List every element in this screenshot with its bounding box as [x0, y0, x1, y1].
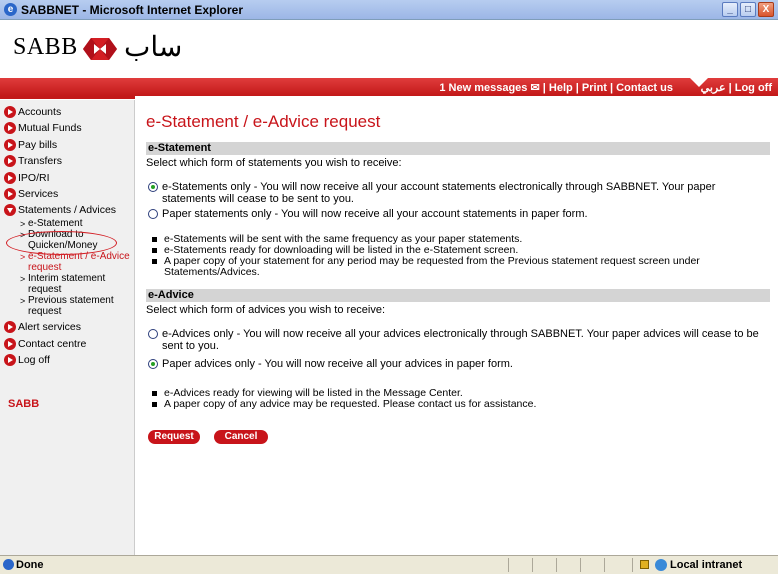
sidebar-item-pay-bills[interactable]: Pay bills — [0, 137, 134, 153]
eadvice-prompt: Select which form of advices you wish to… — [146, 304, 386, 316]
radio-selected-icon[interactable] — [148, 182, 158, 192]
page-title: e-Statement / e-Advice request — [146, 112, 381, 131]
arrow-bullet-icon — [4, 354, 16, 367]
sidebar-item-label: Log off — [18, 354, 50, 367]
estatement-notes: e-Statements will be sent with the same … — [146, 234, 770, 278]
sidebar-subitem-interim-statement[interactable]: Interim statement request — [0, 273, 134, 295]
sidebar-item-mutual-funds[interactable]: Mutual Funds — [0, 120, 134, 136]
sidebar-item-label: Accounts — [18, 106, 62, 118]
sidebar-item-label: IPO/RI — [18, 171, 50, 184]
sidebar-item-label: Pay bills — [18, 138, 58, 151]
radio-label: e-Statements only - You will now receive… — [162, 181, 716, 205]
eadvice-option-paper[interactable]: Paper advices only - You will now receiv… — [146, 358, 770, 370]
sidebar-item-label: Contact centre — [18, 337, 87, 350]
header-logo-area: SABB ساب — [0, 20, 778, 78]
sidebar: Accounts Mutual Funds Pay bills Transfer… — [0, 100, 135, 555]
arrow-bullet-icon — [4, 122, 16, 135]
language-logoff-links[interactable]: عربي | Log off — [701, 81, 772, 94]
request-button[interactable]: Request — [148, 430, 200, 444]
eadvice-notes: e-Advices ready for viewing will be list… — [146, 388, 770, 410]
arrow-bullet-icon — [4, 138, 16, 151]
sidebar-subitem-estatement-eadvice-request[interactable]: e-Statement / e-Advice request — [0, 251, 134, 273]
section-header-eadvice: e-Advice — [146, 289, 770, 302]
sidebar-brand: SABB — [8, 398, 40, 410]
cancel-button[interactable]: Cancel — [214, 430, 268, 444]
radio-label: Paper statements only - You will now rec… — [162, 208, 588, 220]
radio-label: e-Advices only - You will now receive al… — [162, 328, 759, 352]
section-header-estatement: e-Statement — [146, 142, 770, 155]
arrow-bullet-icon — [4, 171, 16, 184]
top-navbar: 1 New messages ✉ | Help | Print | Contac… — [0, 78, 778, 96]
status-divider — [604, 558, 605, 572]
status-text: Done — [16, 559, 44, 571]
radio-unselected-icon[interactable] — [148, 329, 158, 339]
maximize-button[interactable]: □ — [740, 2, 756, 17]
list-item: A paper copy of your statement for any p… — [152, 256, 770, 278]
new-messages-link[interactable]: 1 New messages ✉ — [439, 82, 539, 94]
sidebar-item-contact-centre[interactable]: Contact centre — [0, 336, 134, 352]
sidebar-item-statements-advices[interactable]: Statements / Advices — [0, 202, 134, 218]
estatement-prompt: Select which form of statements you wish… — [146, 157, 402, 169]
radio-selected-icon[interactable] — [148, 359, 158, 369]
ie-status-bar: Done Local intranet — [0, 555, 778, 574]
sidebar-item-log-off[interactable]: Log off — [0, 352, 134, 368]
lock-icon — [640, 560, 649, 569]
status-divider — [508, 558, 509, 572]
sidebar-item-label: Alert services — [18, 321, 82, 334]
sabb-logo-text: SABB — [13, 34, 78, 60]
sabb-logo-arabic: ساب — [124, 31, 183, 62]
estatement-option-electronic[interactable]: e-Statements only - You will now receive… — [146, 181, 770, 205]
sabb-hexagon-logo-icon — [83, 38, 117, 60]
arrow-bullet-icon — [4, 155, 16, 168]
sidebar-item-label: Statements / Advices — [18, 204, 117, 217]
security-zone-text: Local intranet — [670, 559, 743, 571]
arrow-bullet-icon — [4, 321, 16, 334]
window-titlebar: e SABBNET - Microsoft Internet Explorer … — [0, 0, 778, 20]
sidebar-item-label: Services — [18, 187, 59, 200]
ie-icon: e — [4, 3, 17, 16]
intranet-globe-icon — [655, 559, 667, 571]
sidebar-item-alert-services[interactable]: Alert services — [0, 319, 134, 335]
close-button[interactable]: X — [758, 2, 774, 17]
arrow-bullet-icon — [4, 337, 16, 350]
minimize-button[interactable]: _ — [722, 2, 738, 17]
ie-page-icon — [3, 559, 14, 570]
estatement-option-paper[interactable]: Paper statements only - You will now rec… — [146, 208, 770, 220]
sidebar-item-transfers[interactable]: Transfers — [0, 153, 134, 169]
top-nav-links: 1 New messages ✉ | Help | Print | Contac… — [439, 81, 673, 94]
sidebar-item-services[interactable]: Services — [0, 186, 134, 202]
status-divider — [632, 558, 633, 572]
sidebar-subitem-download-quicken[interactable]: Download to Quicken/Money — [0, 229, 134, 251]
sidebar-item-ipo-ri[interactable]: IPO/RI — [0, 170, 134, 186]
window-title: SABBNET - Microsoft Internet Explorer — [21, 3, 244, 17]
eadvice-option-electronic[interactable]: e-Advices only - You will now receive al… — [146, 328, 770, 352]
arrow-bullet-icon — [4, 106, 16, 118]
sidebar-item-label: Transfers — [18, 155, 62, 168]
sidebar-top-rule — [0, 96, 135, 99]
radio-label: Paper advices only - You will now receiv… — [162, 358, 513, 370]
status-divider — [556, 558, 557, 572]
list-item: A paper copy of any advice may be reques… — [152, 399, 770, 410]
sidebar-item-accounts[interactable]: Accounts — [0, 104, 134, 120]
status-divider — [580, 558, 581, 572]
help-print-contact-links[interactable]: | Help | Print | Contact us — [540, 82, 673, 94]
status-divider — [532, 558, 533, 572]
arrow-bullet-icon — [4, 187, 16, 200]
sidebar-item-label: Mutual Funds — [18, 122, 82, 135]
sidebar-subitem-previous-statement[interactable]: Previous statement request — [0, 295, 134, 317]
arrow-down-bullet-icon — [4, 204, 16, 217]
sidebar-subitem-e-statement[interactable]: e-Statement — [0, 218, 134, 230]
radio-unselected-icon[interactable] — [148, 209, 158, 219]
main-content: e-Statement / e-Advice request e-Stateme… — [146, 100, 770, 410]
